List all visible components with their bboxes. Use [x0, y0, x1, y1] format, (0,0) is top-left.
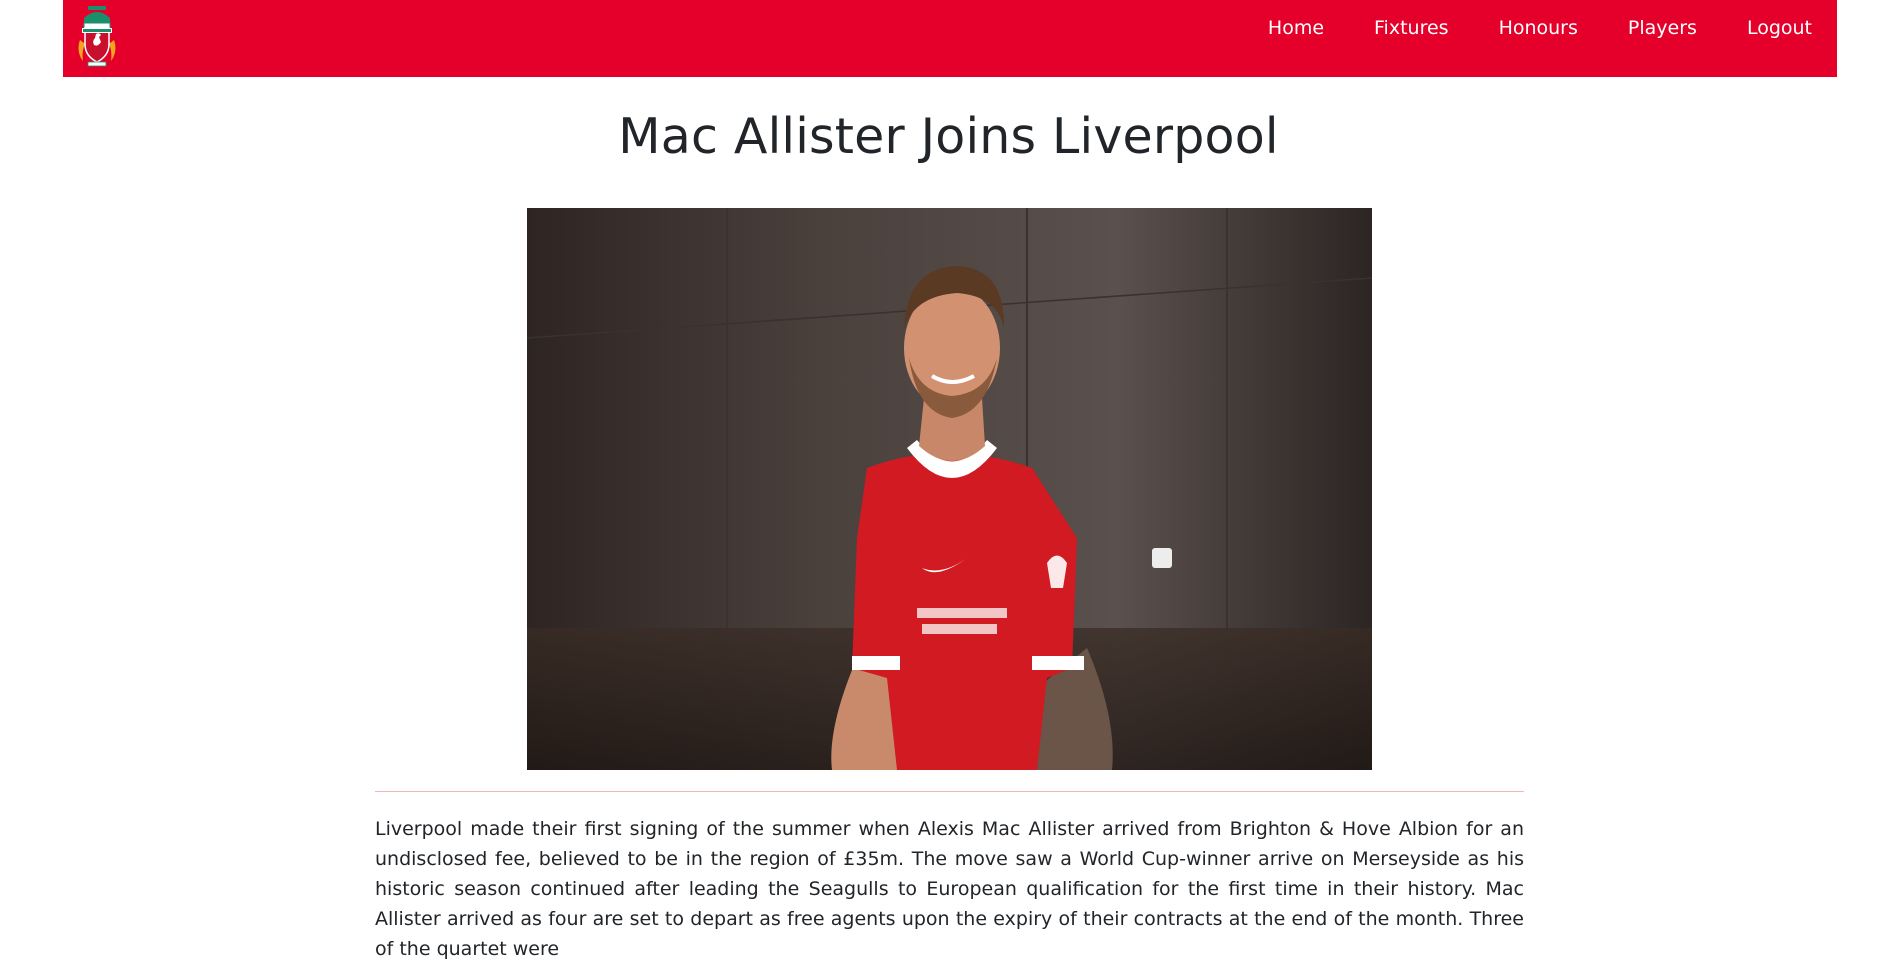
- liverpool-crest-icon[interactable]: [74, 4, 120, 68]
- nav-logout-link[interactable]: Logout: [1747, 17, 1812, 39]
- nav-fixtures-link[interactable]: Fixtures: [1374, 17, 1449, 39]
- article-title: Mac Allister Joins Liverpool: [618, 108, 1279, 165]
- divider: [375, 791, 1524, 792]
- nav-honours-link[interactable]: Honours: [1499, 17, 1578, 39]
- nav-players-link[interactable]: Players: [1628, 17, 1697, 39]
- article-body: Liverpool made their first signing of th…: [375, 818, 1524, 960]
- player-photo: [527, 208, 1372, 770]
- nav-home-link[interactable]: Home: [1268, 17, 1324, 39]
- top-navbar: Home Fixtures Honours Players Logout: [63, 0, 1837, 77]
- nav-links: Home Fixtures Honours Players Logout: [1268, 0, 1812, 56]
